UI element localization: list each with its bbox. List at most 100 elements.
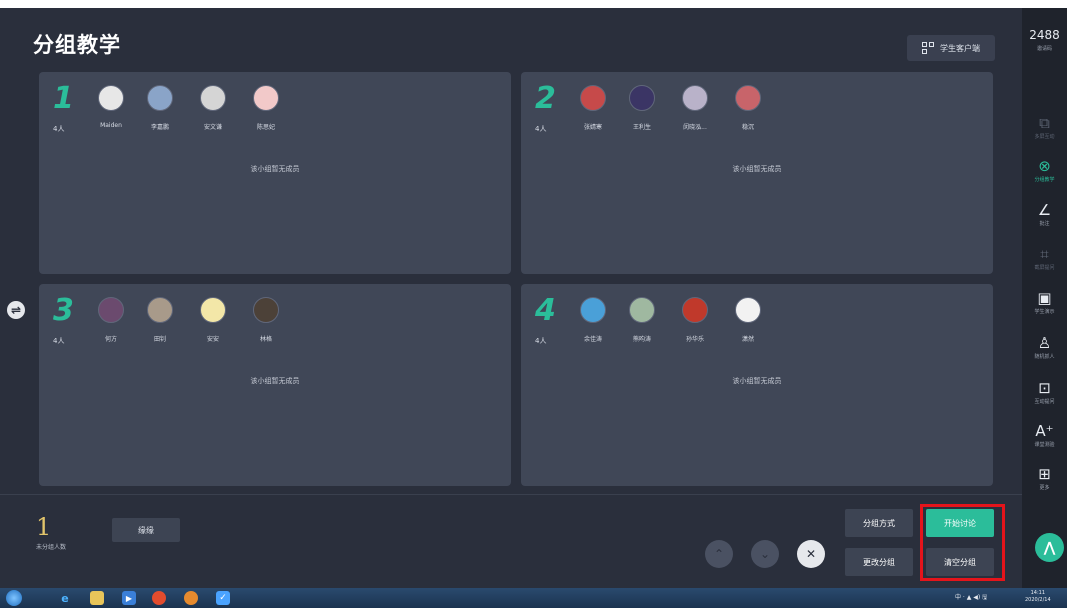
avatar (200, 297, 226, 323)
member-name: 熊昀涛 (632, 336, 651, 343)
avatar (200, 85, 226, 111)
member[interactable]: 安文谦 (193, 85, 233, 131)
chrome-icon[interactable] (152, 591, 166, 605)
member[interactable]: 潇然 (728, 297, 768, 343)
avatar (735, 85, 761, 111)
student-client-button[interactable]: 学生客户端 (907, 35, 995, 61)
sidebar-label: 课堂测验 (1034, 442, 1055, 448)
sidebar-label: 批注 (1039, 221, 1050, 227)
clock-time: 14:11 (1030, 590, 1046, 596)
close-button[interactable]: ✕ (797, 540, 825, 568)
person-icon: ♙ (1037, 334, 1052, 352)
group-panel-3[interactable]: 3 4人 何方 田钊 安安 林格 该小组暂无成员 (39, 284, 511, 486)
sidebar-label: 分组教学 (1034, 177, 1055, 183)
member-name: 陈思妃 (256, 124, 275, 131)
group-panel-2[interactable]: 2 4人 张婧寒 王利生 闵晓泓... 稳沉 该小组暂无成员 (521, 72, 993, 274)
start-button[interactable] (6, 590, 22, 606)
member[interactable]: 田钊 (140, 297, 180, 343)
browser-icon[interactable] (184, 591, 198, 605)
avatar (147, 85, 173, 111)
member-name: 李嘉鹏 (150, 124, 169, 131)
member-name: 安文谦 (203, 124, 222, 131)
app-icon[interactable]: ✓ (216, 591, 230, 605)
avatar (629, 85, 655, 111)
group-count: 4人 (535, 125, 547, 133)
folder-icon[interactable] (90, 591, 104, 605)
chevron-up-icon: ⌃ (713, 547, 725, 561)
avatar (735, 297, 761, 323)
member-name: 闵晓泓... (683, 124, 707, 131)
member[interactable]: 熊昀涛 (622, 297, 662, 343)
member-name: 潇然 (741, 336, 754, 343)
member[interactable]: 张婧寒 (573, 85, 613, 131)
empty-group-text: 该小组暂无成员 (732, 377, 782, 385)
invite-code: 2488 (1029, 28, 1060, 42)
student-client-label: 学生客户端 (940, 43, 980, 53)
change-group-button[interactable]: 更改分组 (845, 548, 913, 576)
scroll-up-button[interactable]: ⌃ (705, 540, 733, 568)
empty-group-text: 该小组暂无成员 (250, 165, 300, 173)
avatar (98, 85, 124, 111)
ungrouped-member-chip[interactable]: 缘缘 (112, 518, 180, 542)
group-count: 4人 (53, 337, 65, 345)
member-name: 田钊 (153, 336, 166, 343)
sidebar-item-random-pick[interactable]: ♙ 随机抓人 (1022, 334, 1067, 360)
member[interactable]: 余佳涛 (573, 297, 613, 343)
avatar (682, 297, 708, 323)
member[interactable]: 李嘉鹏 (140, 85, 180, 131)
sidebar-item-quiz[interactable]: A⁺ 课堂测验 (1022, 422, 1067, 448)
group-panel-1[interactable]: 1 4人 Maiden 李嘉鹏 安文谦 陈思妃 该小组暂无成员 (39, 72, 511, 274)
media-icon[interactable]: ▶ (122, 591, 136, 605)
ungrouped-count: 1 (36, 513, 52, 541)
group-number: 1 (53, 81, 74, 116)
member[interactable]: 王利生 (622, 85, 662, 131)
app-logo-button[interactable]: ⋀ (1035, 533, 1064, 562)
crop-icon: ⌗ (1040, 245, 1049, 263)
avatar (629, 297, 655, 323)
divider (0, 494, 1022, 495)
sidebar-item-more[interactable]: ⊞ 更多 (1022, 465, 1067, 491)
sidebar-item-multiscreen[interactable]: ⧉ 多屏互动 (1022, 114, 1067, 140)
group-count: 4人 (535, 337, 547, 345)
member-name: 余佳涛 (583, 336, 602, 343)
empty-group-text: 该小组暂无成员 (250, 377, 300, 385)
group-number: 4 (535, 293, 556, 328)
swap-icon[interactable]: ⇌ (7, 301, 25, 319)
avatar (253, 297, 279, 323)
ie-icon[interactable]: e (58, 591, 72, 605)
pen-icon: ∠ (1037, 201, 1052, 219)
avatar (682, 85, 708, 111)
member-name: 林格 (259, 336, 272, 343)
system-tray[interactable]: 中 · ▲ ◀) 🖫 (955, 592, 987, 603)
member[interactable]: 闵晓泓... (675, 85, 715, 131)
member-name: 张婧寒 (583, 124, 602, 131)
page-title: 分组教学 (33, 33, 121, 57)
sidebar-item-group-teaching[interactable]: ⊗ 分组教学 (1022, 157, 1067, 183)
sidebar-label: 学生演示 (1034, 309, 1055, 315)
scroll-down-button[interactable]: ⌄ (751, 540, 779, 568)
sidebar-label: 随机抓人 (1034, 354, 1055, 360)
clock[interactable]: 14:11 2020/2/14 (1025, 590, 1051, 604)
chat-icon: ⊡ (1038, 379, 1051, 397)
sidebar-item-screenshot[interactable]: ⌗ 截屏提问 (1022, 245, 1067, 271)
sidebar-item-student-demo[interactable]: ▣ 学生演示 (1022, 289, 1067, 315)
group-method-button[interactable]: 分组方式 (845, 509, 913, 537)
member[interactable]: 安安 (193, 297, 233, 343)
sidebar-item-annotate[interactable]: ∠ 批注 (1022, 201, 1067, 227)
logo-icon: ⋀ (1043, 539, 1056, 556)
member-name: Maiden (100, 122, 122, 129)
invite-code-label: 邀请码 (1036, 46, 1052, 52)
member[interactable]: Maiden (91, 85, 131, 129)
member[interactable]: 林格 (246, 297, 286, 343)
ungrouped-label: 未分组人数 (36, 544, 67, 551)
member[interactable]: 陈思妃 (246, 85, 286, 131)
member[interactable]: 何方 (91, 297, 131, 343)
qr-code-icon (922, 42, 934, 54)
group-icon: ⊗ (1038, 157, 1051, 175)
avatar (580, 85, 606, 111)
clock-date: 2020/2/14 (1025, 597, 1051, 603)
member[interactable]: 孙华乐 (675, 297, 715, 343)
member[interactable]: 稳沉 (728, 85, 768, 131)
sidebar-item-interactive-question[interactable]: ⊡ 互动提问 (1022, 379, 1067, 405)
group-panel-4[interactable]: 4 4人 余佳涛 熊昀涛 孙华乐 潇然 该小组暂无成员 (521, 284, 993, 486)
